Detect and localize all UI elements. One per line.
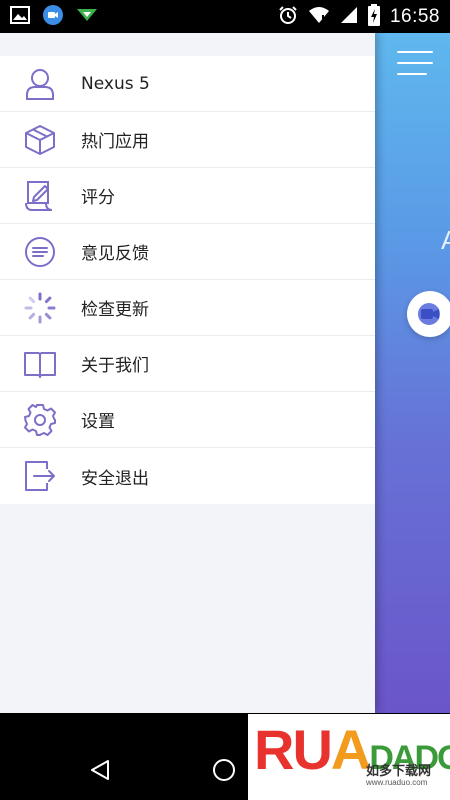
loading-update-icon <box>23 291 57 325</box>
box-icon <box>23 123 57 157</box>
book-icon <box>23 347 57 381</box>
drawer-item-label: 意见反馈 <box>81 244 149 264</box>
status-bar: 16:58 <box>0 0 450 33</box>
drawer-item-label: 热门应用 <box>81 132 149 152</box>
user-icon <box>23 67 57 101</box>
gear-icon <box>23 403 57 437</box>
alarm-icon <box>278 5 298 29</box>
peek-title-fragment: A <box>441 225 450 255</box>
image-icon <box>10 5 30 28</box>
logout-icon <box>23 459 57 493</box>
drawer-item-rate[interactable]: 评分 <box>0 168 375 224</box>
video-record-button[interactable] <box>407 291 450 337</box>
back-icon[interactable] <box>88 758 112 782</box>
feedback-chat-icon <box>23 235 57 269</box>
drawer-item-label: 评分 <box>81 188 115 208</box>
drawer-item-label: 设置 <box>81 412 115 432</box>
background-app-panel[interactable]: A <box>375 33 450 713</box>
status-time: 16:58 <box>389 5 440 27</box>
watermark-letter: R <box>254 718 294 781</box>
watermark-url: www.ruaduo.com <box>366 778 428 787</box>
watermark-letter: U <box>292 718 332 781</box>
wifi-icon <box>308 6 330 28</box>
video-app-icon <box>42 4 64 30</box>
watermark-letter: A <box>330 718 371 781</box>
drawer-item-profile[interactable]: Nexus 5 <box>0 56 375 112</box>
watermark-logo: RUADADO 如多下载网 www.ruaduo.com <box>248 714 450 800</box>
drawer-item-settings[interactable]: 设置 <box>0 392 375 448</box>
download-icon <box>76 7 98 27</box>
battery-charging-icon <box>367 3 380 30</box>
drawer-item-about-us[interactable]: 关于我们 <box>0 336 375 392</box>
drawer-menu: Nexus 5 热门应用 评分 意见反馈 检查更新 关于我们 设置 安全退出 <box>0 56 375 504</box>
drawer-item-label: 检查更新 <box>81 300 149 320</box>
drawer-item-logout[interactable]: 安全退出 <box>0 448 375 504</box>
drawer-item-popular-apps[interactable]: 热门应用 <box>0 112 375 168</box>
drawer-item-label: 关于我们 <box>81 356 149 376</box>
drawer-item-feedback[interactable]: 意见反馈 <box>0 224 375 280</box>
signal-icon <box>340 6 358 28</box>
navigation-drawer: Nexus 5 热门应用 评分 意见反馈 检查更新 关于我们 设置 安全退出 <box>0 33 375 713</box>
drawer-item-label: 安全退出 <box>81 468 149 489</box>
video-camera-icon <box>418 303 440 325</box>
drawer-item-label: Nexus 5 <box>81 73 150 94</box>
watermark-subtitle: 如多下载网 <box>366 764 432 779</box>
rate-edit-icon <box>23 179 57 213</box>
home-icon[interactable] <box>212 758 236 782</box>
drawer-item-check-update[interactable]: 检查更新 <box>0 280 375 336</box>
menu-icon[interactable] <box>397 51 433 79</box>
